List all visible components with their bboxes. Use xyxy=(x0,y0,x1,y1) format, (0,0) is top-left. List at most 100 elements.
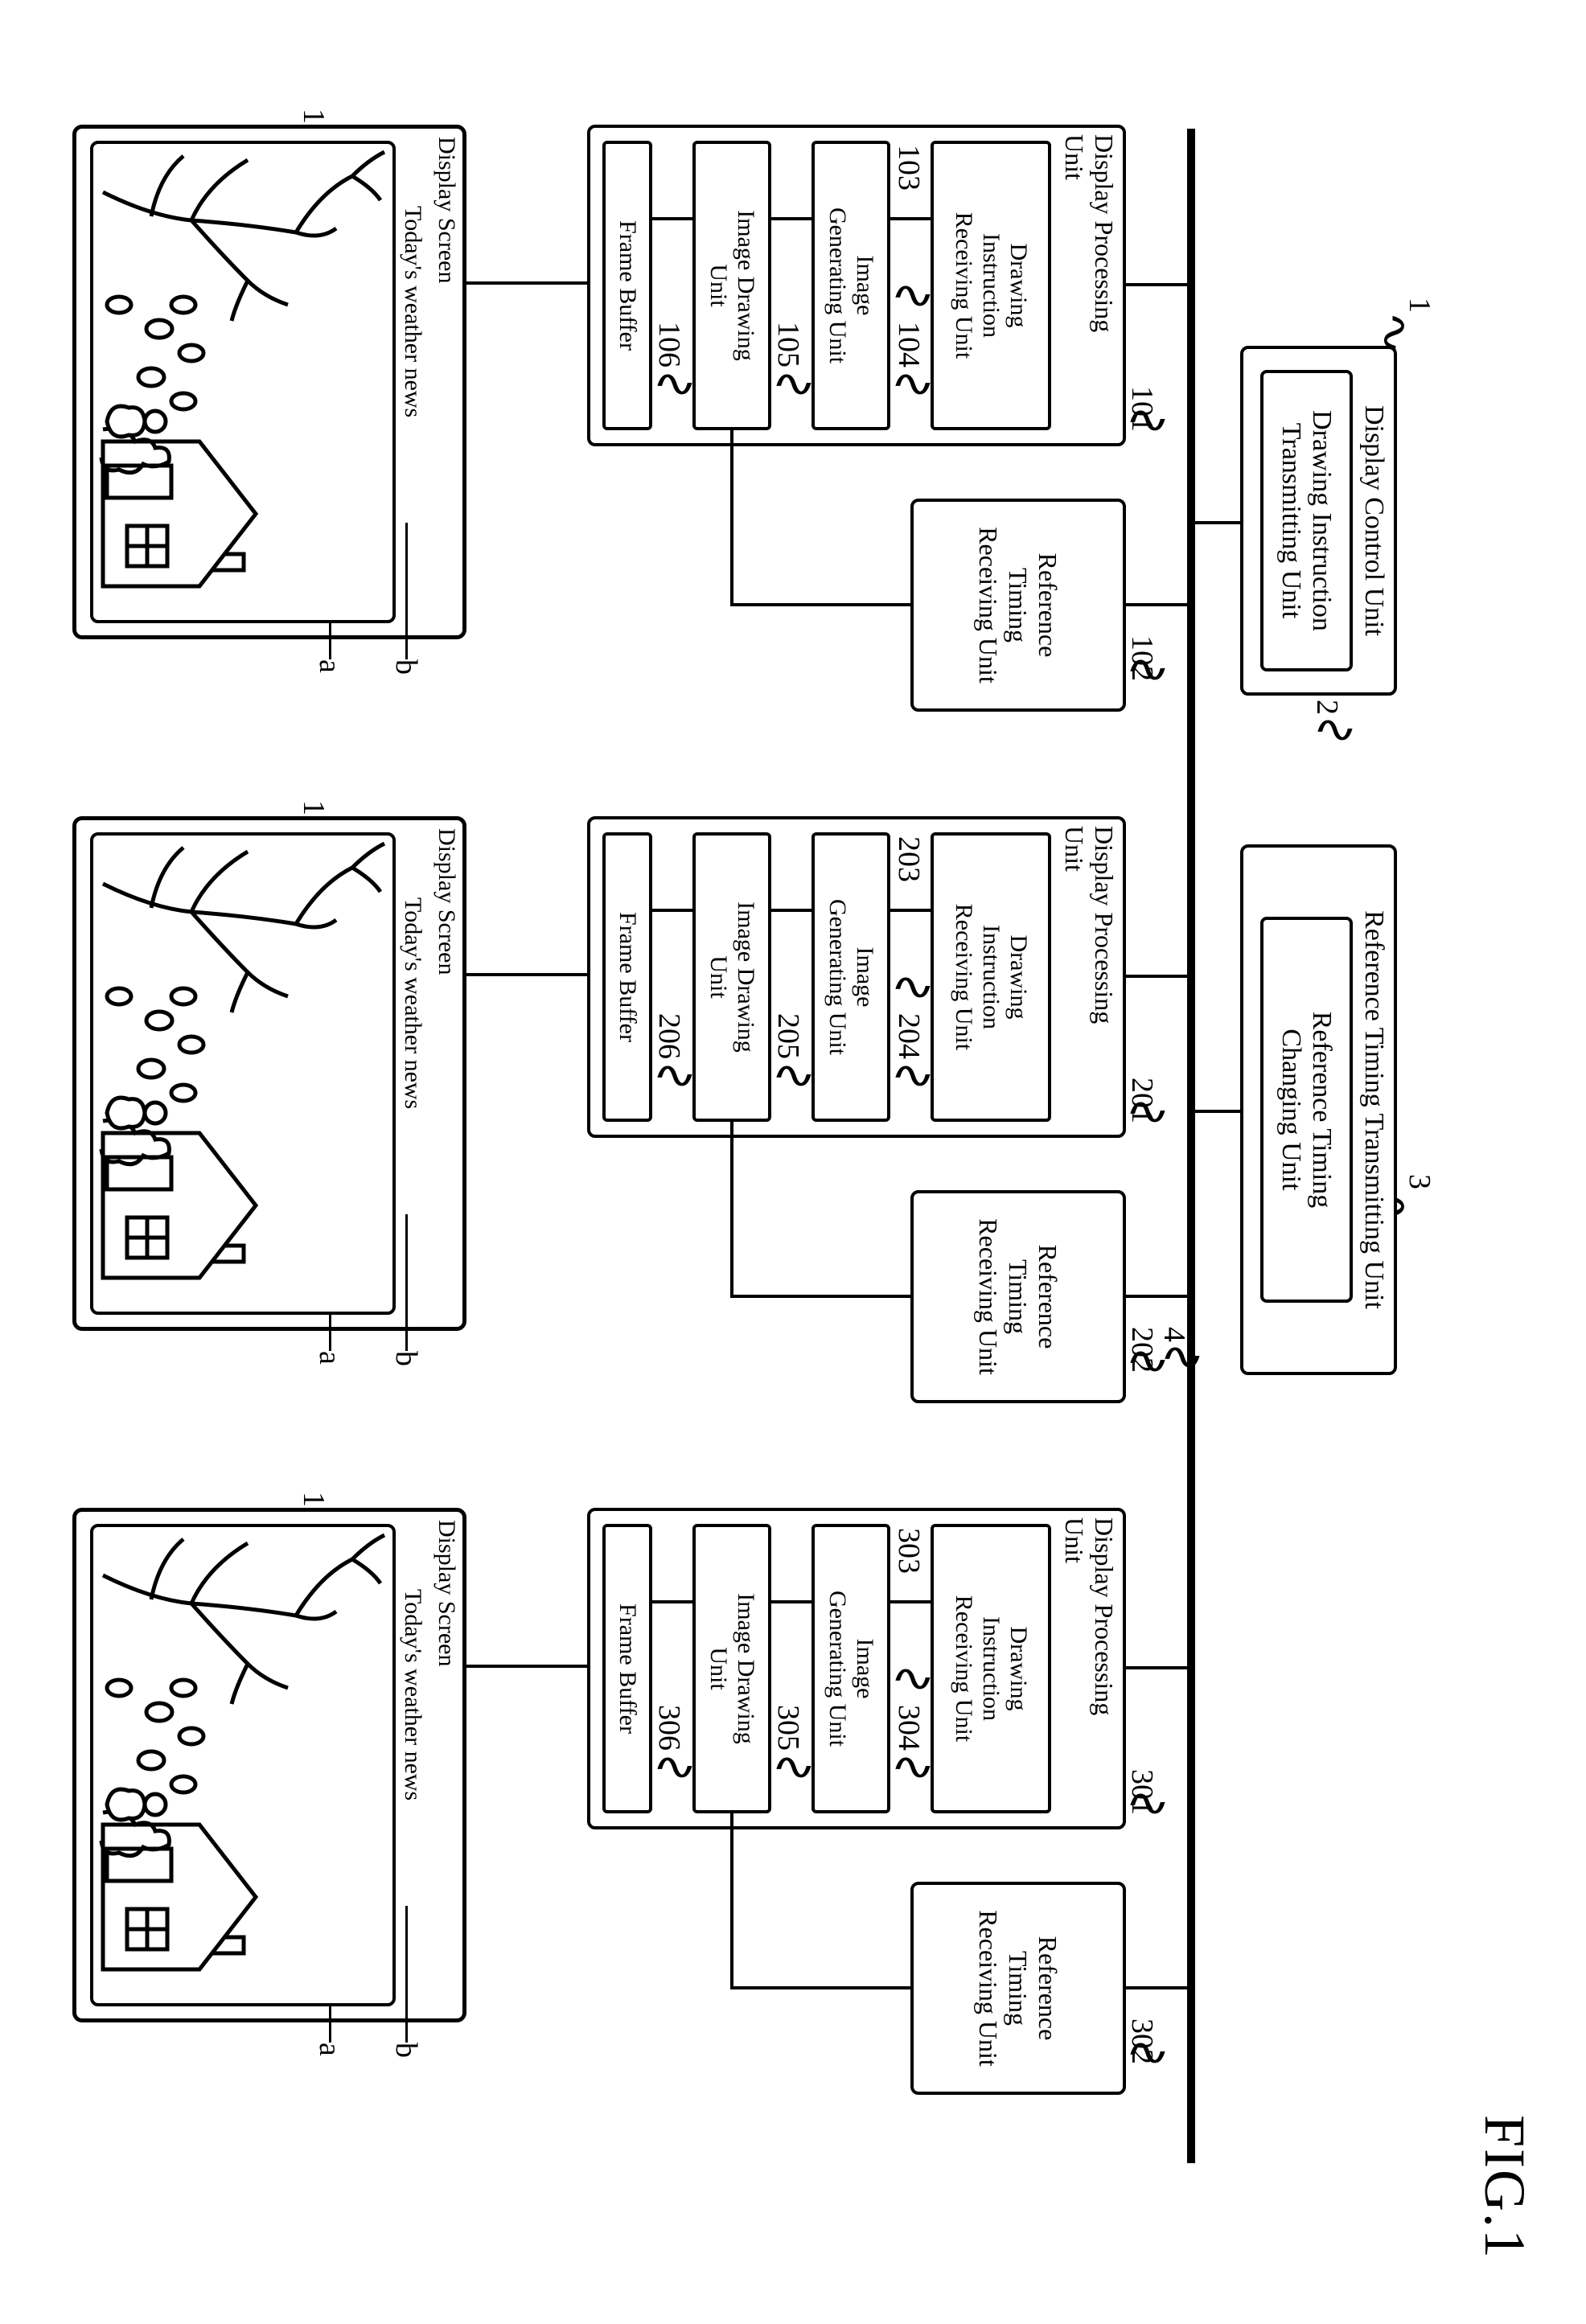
bus-v1 xyxy=(1194,521,1240,524)
weather-scene-icon xyxy=(87,836,392,1318)
idu2-label: Image Drawing Unit xyxy=(696,836,768,1119)
ds3-b-line xyxy=(405,1906,408,2043)
dpu1-label: Display Processing Unit xyxy=(1059,134,1119,332)
tilde-306: ∿ xyxy=(651,1747,698,1790)
ds2-scene xyxy=(90,832,396,1315)
ref-105: 105 xyxy=(770,322,806,367)
ref-303: 303 xyxy=(891,1528,927,1574)
c1-l1 xyxy=(890,217,931,220)
c2-l3 xyxy=(652,909,692,912)
weather-scene-icon xyxy=(87,144,392,626)
bus-v2 xyxy=(1194,1110,1240,1113)
ditu-label: Drawing Instruction Transmitting Unit xyxy=(1276,410,1337,631)
dcu-label: Display Control Unit xyxy=(1358,405,1389,636)
tilde-305: ∿ xyxy=(770,1747,817,1790)
ref-304: 304 xyxy=(891,1705,927,1751)
bus-main xyxy=(1187,129,1195,2163)
idu1-label: Image Drawing Unit xyxy=(696,144,768,427)
rtru3-left xyxy=(730,1813,733,1989)
tilde-201: ∿ xyxy=(1124,1091,1171,1135)
drop-101 xyxy=(1126,283,1187,286)
ds2-title: Display Screen xyxy=(433,828,460,975)
ref-305: 305 xyxy=(770,1705,806,1751)
ref-103: 103 xyxy=(891,145,927,191)
tilde-304: ∿ xyxy=(890,1747,936,1790)
tilde-2: ∿ xyxy=(1312,709,1358,753)
igu-1: Image Generating Unit xyxy=(811,141,890,430)
rtru3-label: Reference Timing Receiving Unit xyxy=(974,1910,1063,2067)
diru-1: Drawing Instruction Receiving Unit xyxy=(931,141,1051,430)
c3-l2 xyxy=(771,1600,811,1603)
ds1-b-line xyxy=(405,523,408,659)
fb3-label: Frame Buffer xyxy=(606,1527,649,1810)
rtru-2: Reference Timing Receiving Unit xyxy=(910,1190,1126,1403)
fb1-label: Frame Buffer xyxy=(606,144,649,427)
tilde-206: ∿ xyxy=(651,1055,698,1098)
rtru1-down xyxy=(732,603,910,606)
tilde-102: ∿ xyxy=(1124,649,1171,692)
tilde-202: ∿ xyxy=(1124,1341,1171,1384)
ref-206: 206 xyxy=(651,1013,687,1059)
ref-203: 203 xyxy=(891,836,927,882)
tilde-303: ∿ xyxy=(890,1658,936,1702)
tilde-106: ∿ xyxy=(651,363,698,407)
rtcu-label: Reference Timing Changing Unit xyxy=(1276,1012,1337,1209)
drop-302 xyxy=(1126,1986,1187,1989)
c3-l3 xyxy=(652,1600,692,1603)
c2-l1 xyxy=(890,909,931,912)
fb-2: Frame Buffer xyxy=(602,832,652,1122)
idu-2: Image Drawing Unit xyxy=(692,832,771,1122)
drop-201 xyxy=(1126,975,1187,978)
diru3-label: Drawing Instruction Receiving Unit xyxy=(934,1527,1048,1810)
diru-3: Drawing Instruction Receiving Unit xyxy=(931,1524,1051,1813)
rtru2-down xyxy=(732,1295,910,1298)
tilde-101: ∿ xyxy=(1124,400,1171,443)
ds2-a: a xyxy=(312,1351,347,1365)
c2-l2 xyxy=(771,909,811,912)
ref-timing-changing-unit: Reference Timing Changing Unit xyxy=(1260,917,1353,1303)
c1-to-screen xyxy=(466,281,587,285)
ref-204: 204 xyxy=(891,1013,927,1059)
igu-3: Image Generating Unit xyxy=(811,1524,890,1813)
ref-3: 3 xyxy=(1402,1174,1437,1189)
ds1-a: a xyxy=(312,659,347,673)
ds3-a: a xyxy=(312,2043,347,2056)
drop-202 xyxy=(1126,1295,1187,1298)
rtru3-down xyxy=(732,1986,910,1989)
igu2-label: Image Generating Unit xyxy=(815,836,887,1119)
rtru2-left xyxy=(730,1122,733,1298)
weather-scene-icon xyxy=(87,1527,392,2010)
ds1-title: Display Screen xyxy=(433,137,460,283)
fb-1: Frame Buffer xyxy=(602,141,652,430)
c2-to-screen xyxy=(466,973,587,976)
tilde-105: ∿ xyxy=(770,363,817,407)
c1-l3 xyxy=(652,217,692,220)
ds1-news: Today's weather news xyxy=(399,206,426,417)
drop-301 xyxy=(1126,1666,1187,1669)
idu-1: Image Drawing Unit xyxy=(692,141,771,430)
ref-104: 104 xyxy=(891,322,927,367)
c3-l1 xyxy=(890,1600,931,1603)
fb2-label: Frame Buffer xyxy=(606,836,649,1119)
ds3-scene xyxy=(90,1524,396,2006)
diru-2: Drawing Instruction Receiving Unit xyxy=(931,832,1051,1122)
igu-2: Image Generating Unit xyxy=(811,832,890,1122)
tilde-204: ∿ xyxy=(890,1055,936,1098)
rtru1-label: Reference Timing Receiving Unit xyxy=(974,527,1063,684)
diru1-label: Drawing Instruction Receiving Unit xyxy=(934,144,1048,427)
rtru-3: Reference Timing Receiving Unit xyxy=(910,1882,1126,2095)
idu-3: Image Drawing Unit xyxy=(692,1524,771,1813)
figure-title: FIG.1 xyxy=(1471,2115,1538,2260)
ds3-news: Today's weather news xyxy=(399,1589,426,1800)
rttu-label: Reference Timing Transmitting Unit xyxy=(1358,910,1389,1309)
tilde-301: ∿ xyxy=(1124,1783,1171,1826)
ds1-b: b xyxy=(388,659,424,675)
ds1-scene xyxy=(90,141,396,623)
idu3-label: Image Drawing Unit xyxy=(696,1527,768,1810)
tilde-203: ∿ xyxy=(890,967,936,1010)
ref-306: 306 xyxy=(651,1705,687,1751)
tilde-205: ∿ xyxy=(770,1055,817,1098)
fb-3: Frame Buffer xyxy=(602,1524,652,1813)
rtru-1: Reference Timing Receiving Unit xyxy=(910,499,1126,712)
dpu2-label: Display Processing Unit xyxy=(1059,826,1119,1024)
